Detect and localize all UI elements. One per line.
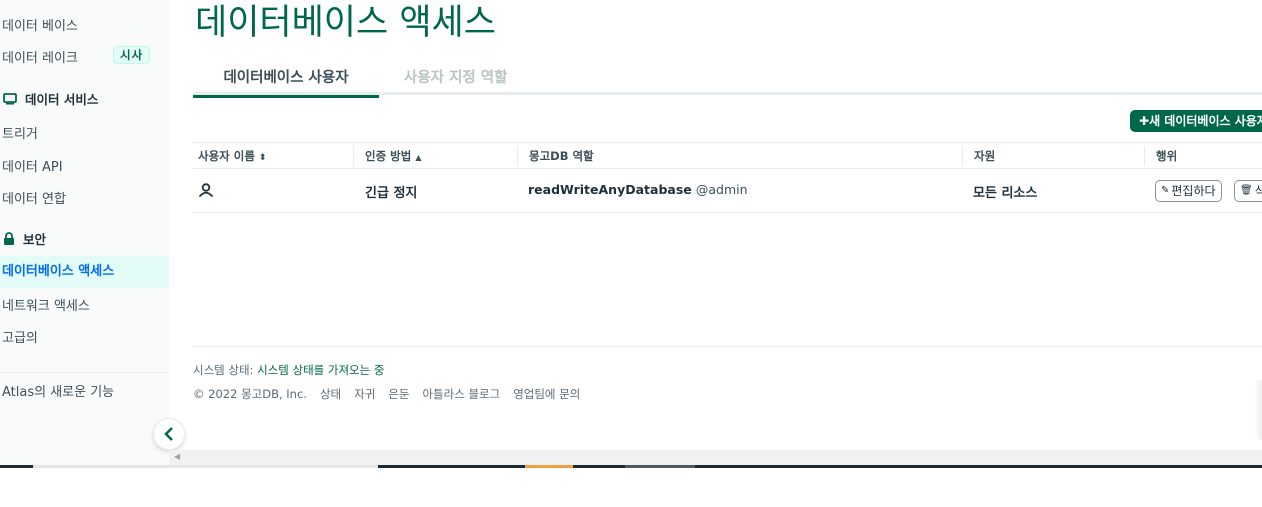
sidebar-item-data-lake[interactable]: 데이터 레이크	[2, 47, 78, 66]
sort-icon: ⬍	[258, 153, 267, 163]
table-row-border	[193, 212, 1262, 213]
collapse-sidebar-button[interactable]	[153, 418, 185, 450]
role-database: @admin	[695, 182, 748, 197]
column-separator	[517, 146, 518, 166]
user-icon	[198, 183, 214, 201]
plus-icon: ✚	[1139, 114, 1150, 128]
horizontal-scrollbar[interactable]: ◀	[169, 450, 1262, 465]
column-header-resources: 자원	[974, 149, 996, 163]
role-cell: readWriteAnyDatabase @admin	[528, 182, 748, 198]
sidebar-item-database[interactable]: 데이터 베이스	[2, 15, 78, 34]
footer-divider	[193, 346, 1262, 347]
footer-link-contact-sales[interactable]: 영업팀에 문의	[513, 386, 580, 402]
page-title: 데이터베이스 액세스	[195, 3, 496, 43]
footer-link-status[interactable]: 상태	[320, 386, 341, 402]
sidebar-divider	[0, 372, 169, 373]
sidebar-item-data-federation[interactable]: 데이터 연합	[2, 188, 66, 207]
pencil-icon: ✎	[1161, 185, 1170, 196]
delete-label: 삭제	[1254, 184, 1262, 198]
add-database-user-button[interactable]: ✚새 데이터베이스 사용자 추가	[1130, 110, 1262, 132]
column-header-actions: 행위	[1156, 149, 1178, 163]
section-label: 데이터 서비스	[25, 92, 99, 107]
edit-label: 편집하다	[1171, 184, 1216, 198]
taskbar-segment	[625, 465, 695, 468]
lock-icon	[4, 231, 14, 245]
trash-icon: 🗑	[1240, 185, 1253, 196]
help-widget-edge[interactable]	[1254, 380, 1262, 440]
sidebar-section-security: 보안	[3, 229, 46, 248]
footer-links: © 2022 몽고DB, Inc. 상태 자귀 은둔 아틀라스 블로그 영업팀에…	[193, 386, 580, 402]
copyright: © 2022 몽고DB, Inc.	[193, 387, 307, 401]
monitor-icon	[3, 92, 17, 104]
table-header-border	[193, 168, 1262, 169]
column-separator	[353, 146, 354, 166]
role-name: readWriteAnyDatabase	[528, 182, 692, 197]
tab-database-users[interactable]: 데이터베이스 사용자	[193, 66, 379, 98]
footer-link-terms[interactable]: 자귀	[354, 386, 375, 402]
sidebar-item-triggers[interactable]: 트리거	[2, 123, 38, 142]
system-status-label: 시스템 상태:	[193, 363, 254, 377]
taskbar-segment	[525, 465, 573, 468]
sidebar-item-advanced[interactable]: 고급의	[2, 327, 38, 346]
column-header-mongodb-roles: 몽고DB 역할	[529, 149, 594, 163]
sort-up-icon: ▲	[415, 153, 422, 162]
edit-user-button[interactable]: ✎ 편집하다	[1155, 180, 1222, 202]
column-separator	[1144, 146, 1145, 166]
sidebar-section-data-services: 데이터 서비스	[3, 89, 98, 108]
scroll-left-arrow-icon[interactable]: ◀	[174, 452, 180, 461]
column-header-username[interactable]: 사용자 이름 ⬍	[198, 148, 266, 164]
sidebar-item-network-access[interactable]: 네트워크 액세스	[2, 295, 90, 314]
column-separator	[962, 146, 963, 166]
tab-custom-roles[interactable]: 사용자 지정 역할	[404, 66, 507, 87]
taskbar-segment	[33, 465, 378, 468]
system-status: 시스템 상태: 시스템 상태를 가져오는 중	[193, 362, 384, 378]
tab-bar: 데이터베이스 사용자 사용자 지정 역할	[193, 62, 1262, 98]
add-button-label: 새 데이터베이스 사용자 추가	[1149, 114, 1262, 128]
footer-link-blog[interactable]: 아틀라스 블로그	[422, 386, 500, 402]
section-label: 보안	[23, 232, 47, 247]
sidebar: 데이터 베이스 데이터 레이크 시사 데이터 서비스 트리거 데이터 API 데…	[0, 0, 169, 466]
sidebar-item-database-access[interactable]: 데이터베이스 액세스	[0, 256, 169, 288]
column-header-auth-method[interactable]: 인증 방법 ▲	[365, 148, 422, 164]
delete-user-button[interactable]: 🗑삭제	[1234, 180, 1262, 202]
sidebar-item-data-api[interactable]: 데이터 API	[2, 156, 63, 175]
system-status-link[interactable]: 시스템 상태를 가져오는 중	[257, 363, 384, 377]
sidebar-item-whats-new[interactable]: Atlas의 새로운 기능	[2, 381, 114, 400]
preview-badge: 시사	[113, 46, 151, 64]
resources-cell: 모든 리소스	[973, 186, 1038, 201]
table-top-border	[193, 142, 1262, 143]
chevron-left-icon	[164, 427, 173, 441]
footer-link-privacy[interactable]: 은둔	[388, 386, 409, 402]
auth-method-cell: 긴급 정지	[365, 186, 418, 201]
